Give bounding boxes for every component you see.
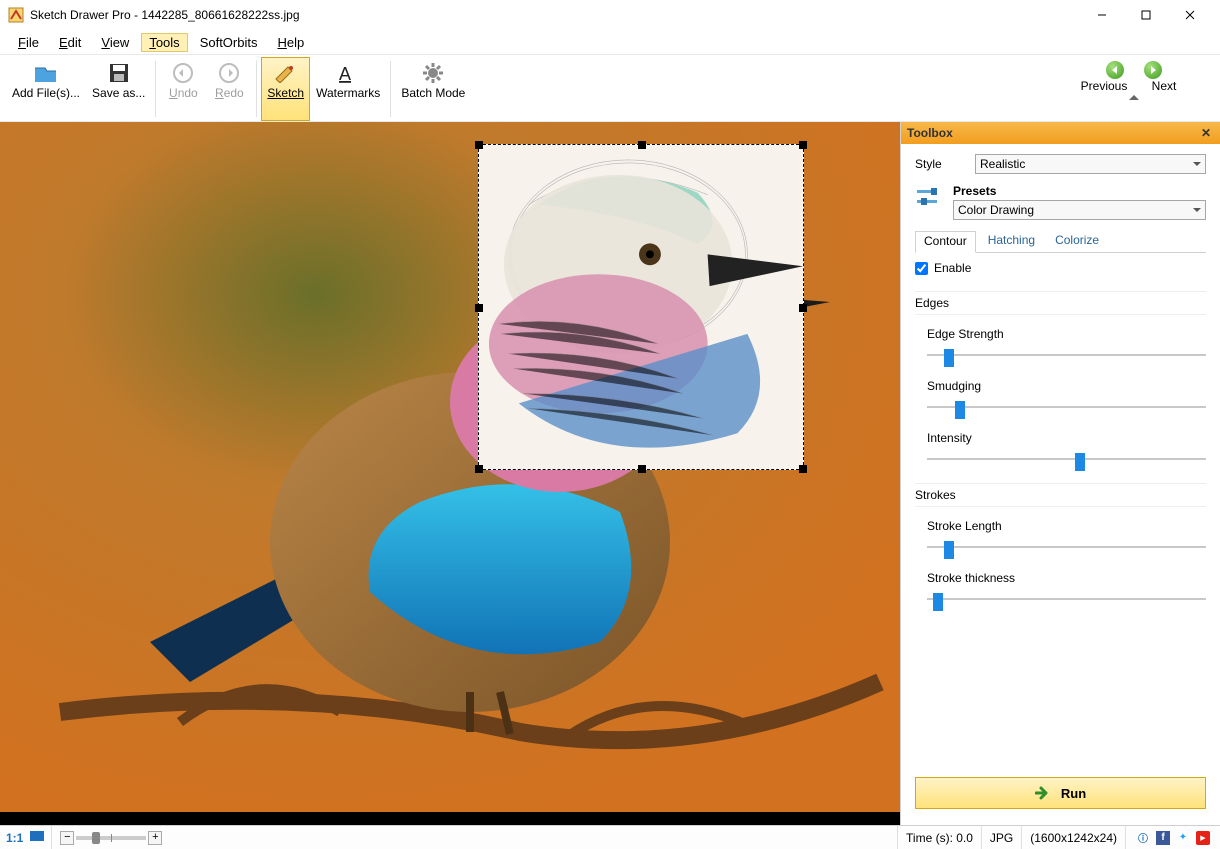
status-time: Time (s): 0.0: [897, 826, 981, 849]
redo-icon: [217, 61, 241, 85]
redo-label: Redo: [215, 87, 244, 101]
undo-icon: [171, 61, 195, 85]
previous-label: Previous: [1079, 79, 1129, 93]
youtube-icon[interactable]: ▶: [1196, 831, 1210, 845]
intensity-label: Intensity: [927, 431, 1206, 445]
group-strokes: Strokes: [915, 483, 1206, 507]
add-files-button[interactable]: Add File(s)...: [6, 57, 86, 121]
fit-screen-icon[interactable]: [29, 830, 45, 845]
tab-contour[interactable]: Contour: [915, 231, 976, 253]
svg-text:A: A: [339, 64, 351, 83]
zoom-out-button[interactable]: −: [60, 831, 74, 845]
status-bar: 1:1 − + Time (s): 0.0 JPG (1600x1242x24)…: [0, 825, 1220, 849]
undo-button[interactable]: Undo: [160, 57, 206, 121]
run-button[interactable]: Run: [915, 777, 1206, 809]
presets-select[interactable]: Color Drawing: [953, 200, 1206, 220]
toolbox-tabs: Contour Hatching Colorize: [915, 230, 1206, 253]
edge-strength-label: Edge Strength: [927, 327, 1206, 341]
menu-help[interactable]: Help: [269, 33, 312, 52]
batch-label: Batch Mode: [401, 87, 465, 101]
enable-checkbox-input[interactable]: [915, 262, 928, 275]
menu-file[interactable]: File: [10, 33, 47, 52]
style-label: Style: [915, 157, 975, 171]
menu-view[interactable]: View: [93, 33, 137, 52]
presets-label: Presets: [953, 184, 1206, 198]
run-label: Run: [1061, 786, 1086, 801]
undo-label: Undo: [169, 87, 198, 101]
edge-strength-slider[interactable]: [927, 347, 1206, 363]
status-dimensions: (1600x1242x24): [1021, 826, 1125, 849]
maximize-button[interactable]: [1124, 0, 1168, 30]
watermarks-icon: A: [336, 61, 360, 85]
close-button[interactable]: [1168, 0, 1212, 30]
selection-marquee[interactable]: [478, 144, 804, 470]
gear-icon: [421, 61, 445, 85]
save-icon: [107, 61, 131, 85]
next-label: Next: [1139, 79, 1189, 93]
info-icon[interactable]: ⓘ: [1136, 831, 1150, 845]
next-button[interactable]: [1144, 61, 1162, 79]
batch-mode-button[interactable]: Batch Mode: [395, 57, 471, 121]
add-files-icon: [34, 61, 58, 85]
add-files-label: Add File(s)...: [12, 87, 80, 101]
toolbox-header: Toolbox ✕: [901, 122, 1220, 144]
twitter-icon[interactable]: ✦: [1176, 831, 1190, 845]
facebook-icon[interactable]: f: [1156, 831, 1170, 845]
stroke-length-label: Stroke Length: [927, 519, 1206, 533]
presets-icon: [915, 184, 943, 212]
nav-group: Previous Next: [1054, 57, 1214, 121]
toolbox-title: Toolbox: [907, 126, 953, 140]
enable-checkbox[interactable]: Enable: [915, 261, 1206, 275]
previous-button[interactable]: [1106, 61, 1124, 79]
app-icon: [8, 7, 24, 23]
save-as-button[interactable]: Save as...: [86, 57, 151, 121]
sketch-icon: [274, 61, 298, 85]
sketch-label: Sketch: [267, 87, 304, 101]
smudging-label: Smudging: [927, 379, 1206, 393]
toolbar: Add File(s)... Save as... Undo Redo Sket…: [0, 54, 1220, 122]
intensity-slider[interactable]: [927, 451, 1206, 467]
redo-button[interactable]: Redo: [206, 57, 252, 121]
save-label: Save as...: [92, 87, 145, 101]
smudging-slider[interactable]: [927, 399, 1206, 415]
title-bar: Sketch Drawer Pro - 1442285_80661628222s…: [0, 0, 1220, 30]
enable-label: Enable: [934, 261, 971, 275]
image-canvas[interactable]: [0, 122, 900, 825]
zoom-in-button[interactable]: +: [148, 831, 162, 845]
toolbox-close-button[interactable]: ✕: [1198, 125, 1214, 141]
style-select[interactable]: Realistic: [975, 154, 1206, 174]
stroke-length-slider[interactable]: [927, 539, 1206, 555]
watermarks-label: Watermarks: [316, 87, 380, 101]
stroke-thickness-label: Stroke thickness: [927, 571, 1206, 585]
tab-colorize[interactable]: Colorize: [1047, 231, 1107, 253]
scale-label[interactable]: 1:1: [6, 831, 23, 845]
menu-edit[interactable]: Edit: [51, 33, 89, 52]
status-format: JPG: [981, 826, 1021, 849]
stroke-thickness-slider[interactable]: [927, 591, 1206, 607]
run-icon: [1035, 786, 1051, 800]
menu-bar: File Edit View Tools SoftOrbits Help: [0, 30, 1220, 54]
menu-softorbits[interactable]: SoftOrbits: [192, 33, 266, 52]
sketch-preview: [479, 145, 803, 469]
toolbox-panel: Toolbox ✕ Style Realistic Presets Color …: [900, 122, 1220, 825]
minimize-button[interactable]: [1080, 0, 1124, 30]
menu-tools[interactable]: Tools: [141, 33, 187, 52]
group-edges: Edges: [915, 291, 1206, 315]
window-title: Sketch Drawer Pro - 1442285_80661628222s…: [30, 8, 1080, 22]
zoom-slider[interactable]: [76, 836, 146, 840]
watermarks-button[interactable]: A Watermarks: [310, 57, 386, 121]
tab-hatching[interactable]: Hatching: [980, 231, 1043, 253]
sketch-button[interactable]: Sketch: [261, 57, 310, 121]
